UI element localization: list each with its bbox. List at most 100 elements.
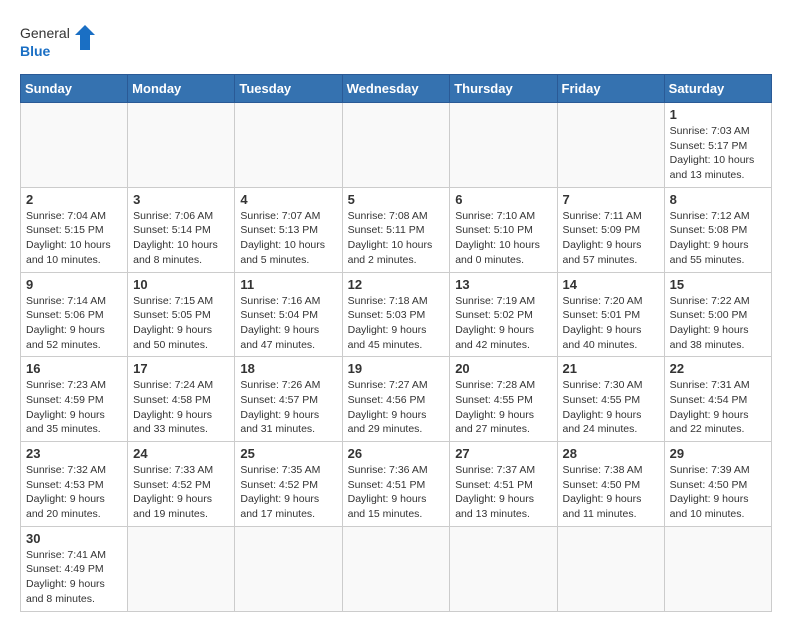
day-info: Sunrise: 7:10 AM Sunset: 5:10 PM Dayligh… [455, 209, 551, 268]
calendar-cell [342, 103, 450, 188]
calendar-cell [235, 526, 342, 611]
day-number: 24 [133, 446, 229, 461]
day-info: Sunrise: 7:23 AM Sunset: 4:59 PM Dayligh… [26, 378, 122, 437]
day-info: Sunrise: 7:39 AM Sunset: 4:50 PM Dayligh… [670, 463, 766, 522]
calendar-cell: 4 Sunrise: 7:07 AM Sunset: 5:13 PM Daylig… [235, 187, 342, 272]
logo: General Blue [20, 20, 100, 64]
day-info: Sunrise: 7:06 AM Sunset: 5:14 PM Dayligh… [133, 209, 229, 268]
calendar-cell: 8Sunrise: 7:12 AM Sunset: 5:08 PM Daylig… [664, 187, 771, 272]
calendar-cell: 25 Sunrise: 7:35 AM Sunset: 4:52 PM Dayli… [235, 442, 342, 527]
svg-text:General: General [20, 25, 70, 41]
day-number: 26 [348, 446, 445, 461]
calendar-cell [128, 526, 235, 611]
day-number: 10 [133, 277, 229, 292]
calendar-cell: 24Sunrise: 7:33 AM Sunset: 4:52 PM Dayli… [128, 442, 235, 527]
day-number: 13 [455, 277, 551, 292]
header-friday: Friday [557, 75, 664, 103]
calendar-cell: 11 Sunrise: 7:16 AM Sunset: 5:04 PM Dayli… [235, 272, 342, 357]
day-info: Sunrise: 7:41 AM Sunset: 4:49 PM Dayligh… [26, 548, 122, 607]
week-row-2: 9 Sunrise: 7:14 AM Sunset: 5:06 PM Daylig… [21, 272, 772, 357]
day-info: Sunrise: 7:20 AM Sunset: 5:01 PM Dayligh… [563, 294, 659, 353]
day-number: 16 [26, 361, 122, 376]
week-row-1: 2 Sunrise: 7:04 AM Sunset: 5:15 PM Daylig… [21, 187, 772, 272]
day-number: 14 [563, 277, 659, 292]
calendar-cell: 26 Sunrise: 7:36 AM Sunset: 4:51 PM Dayli… [342, 442, 450, 527]
day-info: Sunrise: 7:37 AM Sunset: 4:51 PM Dayligh… [455, 463, 551, 522]
day-number: 22 [670, 361, 766, 376]
header-wednesday: Wednesday [342, 75, 450, 103]
calendar-cell [557, 103, 664, 188]
day-info: Sunrise: 7:19 AM Sunset: 5:02 PM Dayligh… [455, 294, 551, 353]
day-info: Sunrise: 7:27 AM Sunset: 4:56 PM Dayligh… [348, 378, 445, 437]
day-number: 12 [348, 277, 445, 292]
day-number: 25 [240, 446, 336, 461]
page-header: General Blue [20, 20, 772, 64]
calendar-cell: 29 Sunrise: 7:39 AM Sunset: 4:50 PM Dayli… [664, 442, 771, 527]
day-number: 28 [563, 446, 659, 461]
calendar-cell: 18 Sunrise: 7:26 AM Sunset: 4:57 PM Dayli… [235, 357, 342, 442]
day-info: Sunrise: 7:14 AM Sunset: 5:06 PM Dayligh… [26, 294, 122, 353]
header-saturday: Saturday [664, 75, 771, 103]
day-number: 1 [670, 107, 766, 122]
day-info: Sunrise: 7:35 AM Sunset: 4:52 PM Dayligh… [240, 463, 336, 522]
day-number: 20 [455, 361, 551, 376]
calendar-cell: 12 Sunrise: 7:18 AM Sunset: 5:03 PM Dayli… [342, 272, 450, 357]
calendar-cell [557, 526, 664, 611]
day-info: Sunrise: 7:03 AM Sunset: 5:17 PM Dayligh… [670, 124, 766, 183]
day-number: 29 [670, 446, 766, 461]
header-sunday: Sunday [21, 75, 128, 103]
calendar-header-row: SundayMondayTuesdayWednesdayThursdayFrid… [21, 75, 772, 103]
day-info: Sunrise: 7:30 AM Sunset: 4:55 PM Dayligh… [563, 378, 659, 437]
header-tuesday: Tuesday [235, 75, 342, 103]
day-info: Sunrise: 7:04 AM Sunset: 5:15 PM Dayligh… [26, 209, 122, 268]
calendar-cell: 19 Sunrise: 7:27 AM Sunset: 4:56 PM Dayli… [342, 357, 450, 442]
day-number: 4 [240, 192, 336, 207]
week-row-3: 16 Sunrise: 7:23 AM Sunset: 4:59 PM Dayli… [21, 357, 772, 442]
day-info: Sunrise: 7:32 AM Sunset: 4:53 PM Dayligh… [26, 463, 122, 522]
calendar-cell: 30Sunrise: 7:41 AM Sunset: 4:49 PM Dayli… [21, 526, 128, 611]
week-row-0: 1 Sunrise: 7:03 AM Sunset: 5:17 PM Daylig… [21, 103, 772, 188]
calendar-cell: 1 Sunrise: 7:03 AM Sunset: 5:17 PM Daylig… [664, 103, 771, 188]
calendar-cell [235, 103, 342, 188]
day-info: Sunrise: 7:36 AM Sunset: 4:51 PM Dayligh… [348, 463, 445, 522]
day-number: 15 [670, 277, 766, 292]
calendar-cell: 15Sunrise: 7:22 AM Sunset: 5:00 PM Dayli… [664, 272, 771, 357]
calendar-cell [450, 526, 557, 611]
day-number: 5 [348, 192, 445, 207]
day-number: 2 [26, 192, 122, 207]
day-info: Sunrise: 7:07 AM Sunset: 5:13 PM Dayligh… [240, 209, 336, 268]
calendar-cell: 6 Sunrise: 7:10 AM Sunset: 5:10 PM Daylig… [450, 187, 557, 272]
calendar-cell: 16 Sunrise: 7:23 AM Sunset: 4:59 PM Dayli… [21, 357, 128, 442]
svg-text:Blue: Blue [20, 43, 51, 59]
day-number: 23 [26, 446, 122, 461]
calendar-cell [21, 103, 128, 188]
calendar-cell [664, 526, 771, 611]
day-number: 3 [133, 192, 229, 207]
day-number: 11 [240, 277, 336, 292]
day-number: 9 [26, 277, 122, 292]
day-number: 6 [455, 192, 551, 207]
day-info: Sunrise: 7:38 AM Sunset: 4:50 PM Dayligh… [563, 463, 659, 522]
calendar-cell: 20Sunrise: 7:28 AM Sunset: 4:55 PM Dayli… [450, 357, 557, 442]
week-row-4: 23 Sunrise: 7:32 AM Sunset: 4:53 PM Dayli… [21, 442, 772, 527]
calendar-table: SundayMondayTuesdayWednesdayThursdayFrid… [20, 74, 772, 612]
calendar-cell: 9 Sunrise: 7:14 AM Sunset: 5:06 PM Daylig… [21, 272, 128, 357]
calendar-cell [342, 526, 450, 611]
calendar-cell: 17Sunrise: 7:24 AM Sunset: 4:58 PM Dayli… [128, 357, 235, 442]
header-thursday: Thursday [450, 75, 557, 103]
day-number: 7 [563, 192, 659, 207]
day-number: 18 [240, 361, 336, 376]
day-info: Sunrise: 7:24 AM Sunset: 4:58 PM Dayligh… [133, 378, 229, 437]
day-info: Sunrise: 7:16 AM Sunset: 5:04 PM Dayligh… [240, 294, 336, 353]
calendar-cell: 5Sunrise: 7:08 AM Sunset: 5:11 PM Daylig… [342, 187, 450, 272]
calendar-cell [450, 103, 557, 188]
day-info: Sunrise: 7:26 AM Sunset: 4:57 PM Dayligh… [240, 378, 336, 437]
day-info: Sunrise: 7:15 AM Sunset: 5:05 PM Dayligh… [133, 294, 229, 353]
day-info: Sunrise: 7:12 AM Sunset: 5:08 PM Dayligh… [670, 209, 766, 268]
day-number: 27 [455, 446, 551, 461]
calendar-cell: 13 Sunrise: 7:19 AM Sunset: 5:02 PM Dayli… [450, 272, 557, 357]
day-number: 21 [563, 361, 659, 376]
week-row-5: 30Sunrise: 7:41 AM Sunset: 4:49 PM Dayli… [21, 526, 772, 611]
day-info: Sunrise: 7:18 AM Sunset: 5:03 PM Dayligh… [348, 294, 445, 353]
day-number: 19 [348, 361, 445, 376]
